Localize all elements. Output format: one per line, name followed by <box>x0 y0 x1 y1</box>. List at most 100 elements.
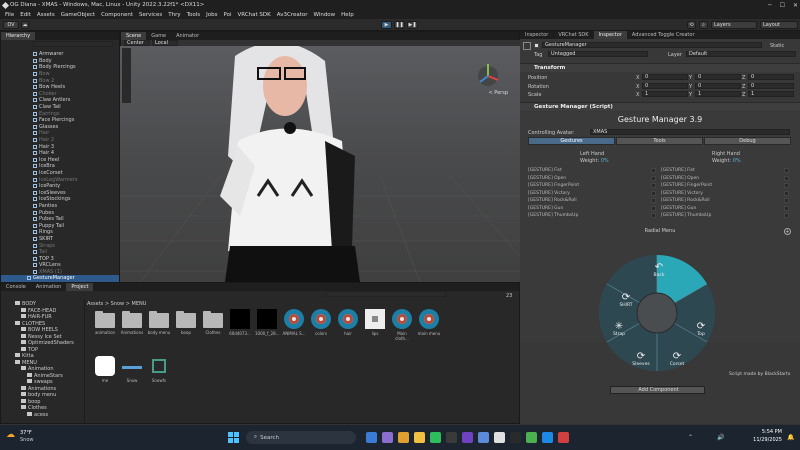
hierarchy-item[interactable]: Rings <box>1 229 119 236</box>
menu-jobs[interactable]: Jobs <box>203 12 220 18</box>
clock-date[interactable]: 11/29/2025 <box>742 437 782 443</box>
gesture-row[interactable]: [GESTURE] ThumbsUp <box>661 212 789 219</box>
gesture-row[interactable]: [GESTURE] Fist <box>528 167 656 174</box>
hierarchy-item[interactable]: Claw Antlers <box>1 97 119 104</box>
hierarchy-item[interactable]: Hair <box>1 130 119 137</box>
tab-game[interactable]: Game <box>146 32 171 40</box>
tab-animation[interactable]: Animation <box>31 283 67 291</box>
hierarchy-item[interactable]: Hair 3 <box>1 143 119 150</box>
gesture-row[interactable]: [GESTURE] Rock&Roll <box>528 197 656 204</box>
asset-item[interactable]: Snow <box>120 356 144 383</box>
close-icon[interactable]: ✕ <box>793 2 798 9</box>
menu-help[interactable]: Help <box>338 12 357 18</box>
breadcrumb[interactable]: Assets > Snow > MENU <box>87 301 146 307</box>
menu-av3creator[interactable]: Av3Creator <box>274 12 311 18</box>
gesture-checkbox[interactable] <box>784 205 789 211</box>
asset-item[interactable]: me <box>93 356 117 383</box>
gesture-row[interactable]: [GESTURE] Fist <box>661 167 789 174</box>
menu-vrchat-sdk[interactable]: VRChat SDK <box>235 12 274 18</box>
controlling-avatar-field[interactable]: XMAS <box>590 129 790 135</box>
gesture-checkbox[interactable] <box>784 175 789 181</box>
folder-tree-item[interactable]: FACE-HEAD <box>21 307 56 314</box>
notification-bell-icon[interactable]: 🔔 <box>787 434 794 441</box>
asset-item[interactable]: lips <box>363 309 387 336</box>
active-checkbox[interactable] <box>534 43 539 48</box>
gesture-checkbox[interactable] <box>784 213 789 218</box>
scene-viewport[interactable]: < Persp <box>120 42 521 283</box>
hierarchy-item[interactable]: Claw Tail <box>1 104 119 111</box>
radial-item-strap[interactable]: ✳ Strap <box>607 322 631 338</box>
menu-thry[interactable]: Thry <box>165 12 183 18</box>
hierarchy-item[interactable]: Face Piercings <box>1 117 119 124</box>
radial-item-back[interactable]: ↶ Back <box>647 263 671 279</box>
radial-item-top[interactable]: ⟳ Top <box>689 322 713 338</box>
folder-tree-item[interactable]: acess <box>27 411 48 418</box>
hierarchy-item[interactable]: IceBra <box>1 163 119 170</box>
gesture-checkbox[interactable] <box>784 168 789 173</box>
gesture-checkbox[interactable] <box>651 175 656 181</box>
hierarchy-item[interactable]: Earrings <box>1 110 119 117</box>
gesture-row[interactable]: [GESTURE] Open <box>661 175 789 182</box>
menu-edit[interactable]: Edit <box>17 12 34 18</box>
object-name-field[interactable]: GestureManager <box>542 42 762 48</box>
asset-item[interactable]: Main cloth... <box>390 309 414 341</box>
layer-dropdown[interactable]: Default <box>686 51 796 57</box>
hierarchy-item[interactable]: Puppy Tail <box>1 222 119 229</box>
tab-inspector-0[interactable]: Inspector <box>520 31 553 39</box>
menu-tools[interactable]: Tools <box>184 12 204 18</box>
menu-file[interactable]: File <box>2 12 17 18</box>
hierarchy-item[interactable]: Body Piercings <box>1 64 119 71</box>
menu-assets[interactable]: Assets <box>34 12 58 18</box>
hierarchy-item[interactable]: Hair 2 <box>1 137 119 144</box>
tab-inspector-2[interactable]: Inspector <box>593 31 627 39</box>
asset-item[interactable]: boop <box>174 309 198 335</box>
hierarchy-item[interactable]: Pubes Tail <box>1 216 119 223</box>
radial-item-sleeves[interactable]: ⟳ Sleeves <box>629 352 653 368</box>
asset-item[interactable]: ANIMAL S... <box>282 309 306 336</box>
gesture-row[interactable]: [GESTURE] Gun <box>661 205 789 212</box>
asset-item[interactable]: hair <box>336 309 360 336</box>
discord-icon[interactable] <box>462 432 473 443</box>
folder-tree-item[interactable]: OptimizedShaders <box>21 340 74 346</box>
search-icon[interactable]: ⌕ <box>699 21 708 29</box>
asset-item[interactable]: body menu <box>147 309 171 335</box>
hierarchy-item[interactable]: IceCorset <box>1 170 119 177</box>
tab-hierarchy[interactable]: Hierarchy <box>1 32 36 40</box>
gesture-row[interactable]: [GESTURE] FingerPoint <box>528 182 656 189</box>
gesture-row[interactable]: [GESTURE] Victory <box>528 190 656 197</box>
gesture-checkbox[interactable] <box>784 190 789 196</box>
persp-label[interactable]: < Persp <box>488 90 508 96</box>
folder-tree-item[interactable]: Animations <box>21 385 56 392</box>
radial-add-icon[interactable]: + <box>784 228 791 235</box>
menu-gameobject[interactable]: GameObject <box>58 12 98 18</box>
unity-icon[interactable] <box>446 432 457 443</box>
app-icon[interactable] <box>558 432 569 443</box>
menu-poi[interactable]: Poi <box>221 12 235 18</box>
chrome-icon[interactable] <box>526 432 537 443</box>
tag-dropdown[interactable]: Untagged <box>548 51 648 57</box>
gm-tab-debug[interactable]: Debug <box>704 137 791 145</box>
spotify-icon[interactable] <box>430 432 441 443</box>
radial-item-shirt[interactable]: ⟳ SHIRT <box>614 293 638 309</box>
folder-tree-item[interactable]: Nessy Ice Set <box>21 333 62 340</box>
gesture-row[interactable]: [GESTURE] ThumbsUp <box>528 212 656 219</box>
folder-tree-item[interactable]: sweaps <box>27 379 53 385</box>
project-search-input[interactable] <box>326 291 446 297</box>
tab-console[interactable]: Console <box>1 283 31 291</box>
hierarchy-item[interactable]: Choker <box>1 91 119 98</box>
script-header[interactable]: Gesture Manager (Script) <box>520 102 800 111</box>
gesture-checkbox[interactable] <box>651 198 656 203</box>
hierarchy-item[interactable]: IceLegWarmers <box>1 176 119 183</box>
gesture-checkbox[interactable] <box>651 183 656 188</box>
windows-start-icon[interactable] <box>228 432 239 443</box>
store-icon[interactable] <box>414 432 425 443</box>
folder-tree-item[interactable]: MENU <box>15 359 37 366</box>
gesture-checkbox[interactable] <box>651 213 656 218</box>
folder-tree-item[interactable]: BOW HEELS <box>21 327 58 333</box>
hierarchy-item[interactable]: Ice Heel <box>1 157 119 164</box>
hierarchy-item[interactable]: SKIRT <box>1 236 119 243</box>
hierarchy-item[interactable]: Bow <box>1 71 119 78</box>
tab-inspector-1[interactable]: VRChat SDK <box>553 31 593 39</box>
hierarchy-item[interactable]: TOP 3 <box>1 255 119 262</box>
transform-rot-field[interactable]: 0 <box>642 82 688 89</box>
